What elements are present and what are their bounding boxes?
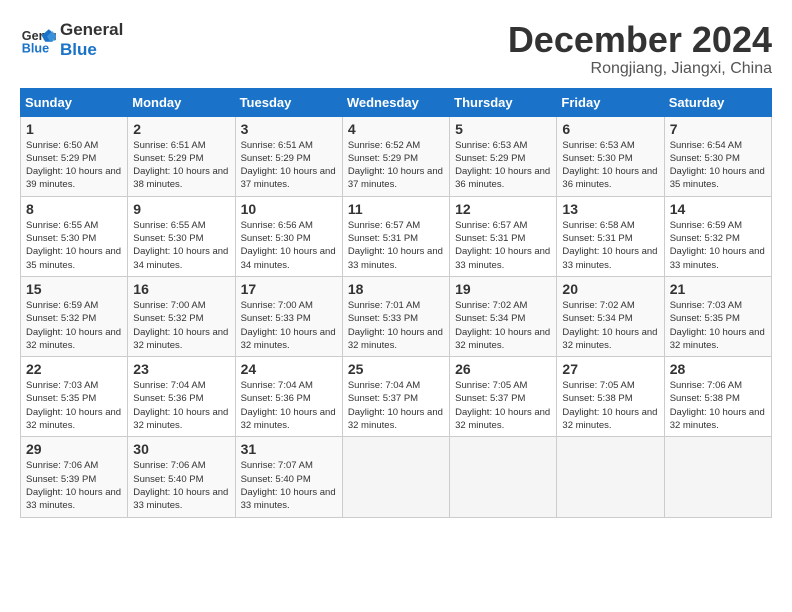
page-header: General Blue General Blue December 2024 …: [20, 20, 772, 78]
logo-line1: General: [60, 20, 123, 40]
table-row: 6 Sunrise: 6:53 AM Sunset: 5:30 PM Dayli…: [557, 116, 664, 196]
col-thursday: Thursday: [450, 88, 557, 116]
col-sunday: Sunday: [21, 88, 128, 116]
calendar-week-row: 29 Sunrise: 7:06 AM Sunset: 5:39 PM Dayl…: [21, 437, 772, 517]
table-row: 19 Sunrise: 7:02 AM Sunset: 5:34 PM Dayl…: [450, 276, 557, 356]
calendar-week-row: 22 Sunrise: 7:03 AM Sunset: 5:35 PM Dayl…: [21, 357, 772, 437]
table-row: 23 Sunrise: 7:04 AM Sunset: 5:36 PM Dayl…: [128, 357, 235, 437]
col-tuesday: Tuesday: [235, 88, 342, 116]
col-saturday: Saturday: [664, 88, 771, 116]
table-row: 24 Sunrise: 7:04 AM Sunset: 5:36 PM Dayl…: [235, 357, 342, 437]
title-block: December 2024 Rongjiang, Jiangxi, China: [508, 20, 772, 78]
table-row: 30 Sunrise: 7:06 AM Sunset: 5:40 PM Dayl…: [128, 437, 235, 517]
table-row: 31 Sunrise: 7:07 AM Sunset: 5:40 PM Dayl…: [235, 437, 342, 517]
table-row: 7 Sunrise: 6:54 AM Sunset: 5:30 PM Dayli…: [664, 116, 771, 196]
calendar-week-row: 8 Sunrise: 6:55 AM Sunset: 5:30 PM Dayli…: [21, 196, 772, 276]
table-row: 5 Sunrise: 6:53 AM Sunset: 5:29 PM Dayli…: [450, 116, 557, 196]
table-row: 26 Sunrise: 7:05 AM Sunset: 5:37 PM Dayl…: [450, 357, 557, 437]
table-row: 21 Sunrise: 7:03 AM Sunset: 5:35 PM Dayl…: [664, 276, 771, 356]
table-row: 25 Sunrise: 7:04 AM Sunset: 5:37 PM Dayl…: [342, 357, 449, 437]
location-subtitle: Rongjiang, Jiangxi, China: [508, 60, 772, 78]
empty-cell: [664, 437, 771, 517]
table-row: 13 Sunrise: 6:58 AM Sunset: 5:31 PM Dayl…: [557, 196, 664, 276]
col-friday: Friday: [557, 88, 664, 116]
table-row: 17 Sunrise: 7:00 AM Sunset: 5:33 PM Dayl…: [235, 276, 342, 356]
logo: General Blue General Blue: [20, 20, 123, 61]
empty-cell: [557, 437, 664, 517]
calendar-header-row: Sunday Monday Tuesday Wednesday Thursday…: [21, 88, 772, 116]
col-monday: Monday: [128, 88, 235, 116]
table-row: 12 Sunrise: 6:57 AM Sunset: 5:31 PM Dayl…: [450, 196, 557, 276]
empty-cell: [450, 437, 557, 517]
table-row: 4 Sunrise: 6:52 AM Sunset: 5:29 PM Dayli…: [342, 116, 449, 196]
table-row: 3 Sunrise: 6:51 AM Sunset: 5:29 PM Dayli…: [235, 116, 342, 196]
logo-line2: Blue: [60, 40, 123, 60]
svg-text:Blue: Blue: [22, 42, 49, 56]
empty-cell: [342, 437, 449, 517]
logo-icon: General Blue: [20, 22, 56, 58]
calendar-table: Sunday Monday Tuesday Wednesday Thursday…: [20, 88, 772, 518]
table-row: 28 Sunrise: 7:06 AM Sunset: 5:38 PM Dayl…: [664, 357, 771, 437]
table-row: 16 Sunrise: 7:00 AM Sunset: 5:32 PM Dayl…: [128, 276, 235, 356]
calendar-week-row: 15 Sunrise: 6:59 AM Sunset: 5:32 PM Dayl…: [21, 276, 772, 356]
table-row: 20 Sunrise: 7:02 AM Sunset: 5:34 PM Dayl…: [557, 276, 664, 356]
calendar-week-row: 1 Sunrise: 6:50 AM Sunset: 5:29 PM Dayli…: [21, 116, 772, 196]
table-row: 15 Sunrise: 6:59 AM Sunset: 5:32 PM Dayl…: [21, 276, 128, 356]
table-row: 18 Sunrise: 7:01 AM Sunset: 5:33 PM Dayl…: [342, 276, 449, 356]
table-row: 8 Sunrise: 6:55 AM Sunset: 5:30 PM Dayli…: [21, 196, 128, 276]
table-row: 11 Sunrise: 6:57 AM Sunset: 5:31 PM Dayl…: [342, 196, 449, 276]
table-row: 29 Sunrise: 7:06 AM Sunset: 5:39 PM Dayl…: [21, 437, 128, 517]
col-wednesday: Wednesday: [342, 88, 449, 116]
table-row: 9 Sunrise: 6:55 AM Sunset: 5:30 PM Dayli…: [128, 196, 235, 276]
table-row: 14 Sunrise: 6:59 AM Sunset: 5:32 PM Dayl…: [664, 196, 771, 276]
table-row: 2 Sunrise: 6:51 AM Sunset: 5:29 PM Dayli…: [128, 116, 235, 196]
month-title: December 2024: [508, 20, 772, 60]
table-row: 10 Sunrise: 6:56 AM Sunset: 5:30 PM Dayl…: [235, 196, 342, 276]
table-row: 1 Sunrise: 6:50 AM Sunset: 5:29 PM Dayli…: [21, 116, 128, 196]
table-row: 27 Sunrise: 7:05 AM Sunset: 5:38 PM Dayl…: [557, 357, 664, 437]
table-row: 22 Sunrise: 7:03 AM Sunset: 5:35 PM Dayl…: [21, 357, 128, 437]
